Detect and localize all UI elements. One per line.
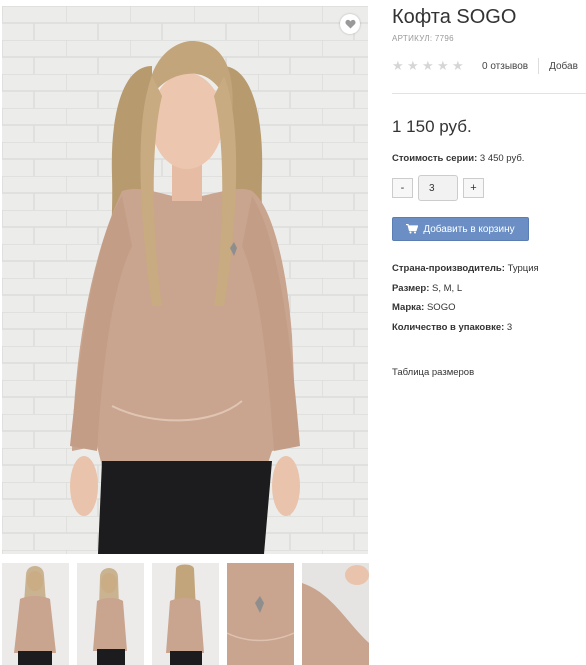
divider	[538, 58, 540, 74]
add-to-cart-label: Добавить в корзину	[423, 223, 515, 235]
property-row: Размер: S, M, L	[392, 283, 539, 303]
thumbnail-2[interactable]	[77, 563, 144, 665]
thumbnail-1[interactable]	[2, 563, 69, 665]
quantity-input[interactable]	[418, 175, 458, 201]
add-review-link[interactable]: Добав	[549, 61, 578, 72]
wishlist-button[interactable]	[340, 14, 360, 34]
thumbnail-5[interactable]	[302, 563, 369, 665]
quantity-increase-button[interactable]: +	[463, 178, 484, 198]
property-row: Марка: SOGO	[392, 302, 539, 322]
star-icon[interactable]: ★	[407, 59, 419, 72]
thumbnail-strip	[2, 563, 372, 665]
rating-stars[interactable]: ★ ★ ★ ★ ★	[392, 59, 464, 72]
property-value: Турция	[507, 263, 539, 274]
product-properties: Страна-производитель: Турция Размер: S, …	[392, 263, 539, 341]
series-price-label: Стоимость серии:	[392, 153, 478, 164]
rating-row: ★ ★ ★ ★ ★ 0 отзывов Добав	[392, 58, 586, 74]
thumbnail-3[interactable]	[152, 563, 219, 665]
quantity-stepper: - +	[392, 175, 484, 201]
add-to-cart-button[interactable]: Добавить в корзину	[392, 217, 529, 241]
divider	[392, 93, 586, 94]
star-icon[interactable]: ★	[437, 59, 449, 72]
series-price-value: 3 450 руб.	[479, 153, 525, 164]
property-row: Количество в упаковке: 3	[392, 322, 539, 342]
product-price: 1 150 руб.	[392, 117, 472, 136]
product-photo	[2, 6, 368, 554]
main-product-image[interactable]	[2, 6, 368, 554]
quantity-decrease-button[interactable]: -	[392, 178, 413, 198]
property-label: Марка:	[392, 302, 425, 313]
heart-icon	[344, 19, 356, 29]
property-value: SOGO	[426, 302, 456, 313]
star-icon[interactable]: ★	[422, 59, 434, 72]
property-label: Количество в упаковке:	[392, 321, 505, 333]
property-value: S, M, L	[432, 282, 463, 294]
size-table-link[interactable]: Таблица размеров	[392, 367, 474, 378]
property-value: 3	[506, 321, 513, 333]
property-label: Страна-производитель:	[392, 263, 505, 274]
series-price: Стоимость серии: 3 450 руб.	[392, 153, 524, 164]
cart-icon	[406, 224, 419, 234]
product-title: Кофта SOGO	[392, 6, 517, 28]
reviews-count-link[interactable]: 0 отзывов	[482, 61, 528, 72]
star-icon[interactable]: ★	[452, 59, 464, 72]
property-row: Страна-производитель: Турция	[392, 263, 539, 283]
star-icon[interactable]: ★	[392, 59, 404, 72]
thumbnail-4[interactable]	[227, 563, 294, 665]
product-sku: АРТИКУЛ: 7796	[392, 34, 454, 43]
property-label: Размер:	[392, 282, 430, 294]
